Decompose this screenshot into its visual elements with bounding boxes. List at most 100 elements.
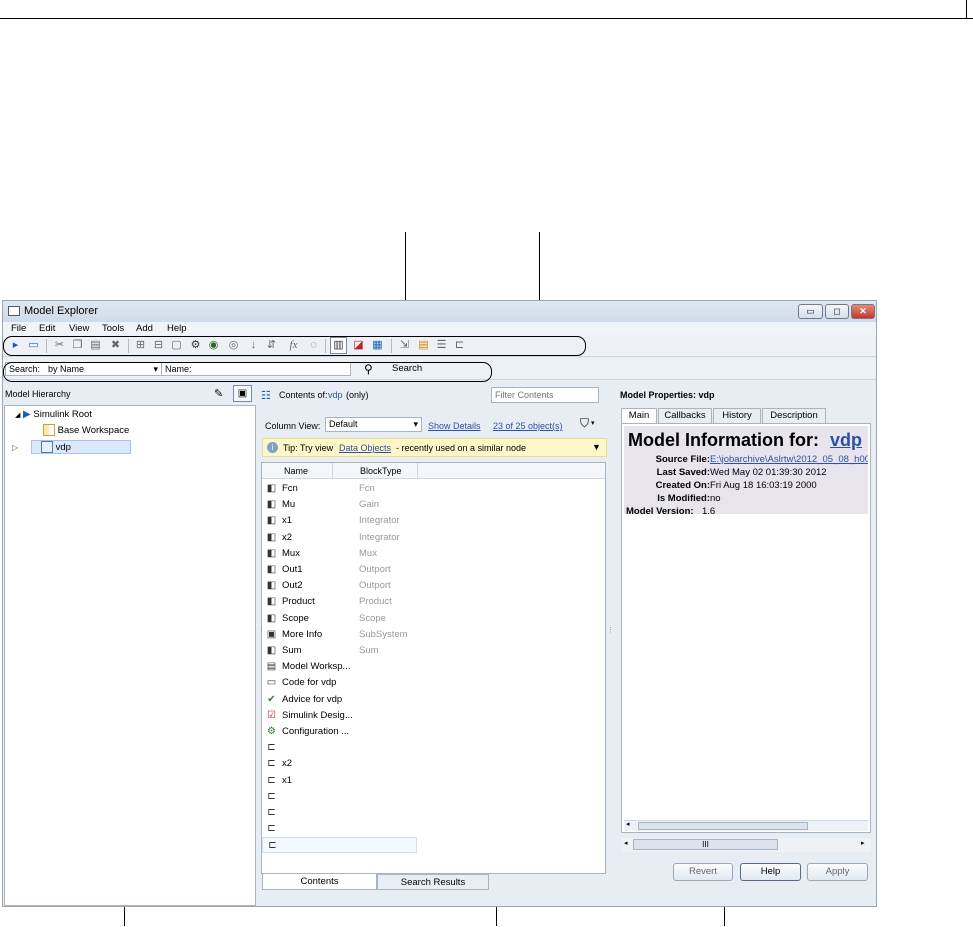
title-bar: Model Explorer ▭ ◻ ✕ <box>3 301 876 322</box>
model-info-link[interactable]: vdp <box>830 430 862 451</box>
show-details-link[interactable]: Show Details <box>428 421 481 431</box>
table-row[interactable]: ⚙ Configuration ... <box>262 724 602 740</box>
tab-callbacks[interactable]: Callbacks <box>658 408 712 423</box>
table-row[interactable]: ◧ x1 Integrator <box>262 513 602 529</box>
expand-arrow-icon[interactable]: ▷ <box>12 441 18 455</box>
row-blocktype: Sum <box>359 645 379 656</box>
app-icon <box>8 306 20 316</box>
column-view-label: Column View: <box>265 421 321 431</box>
edit-icon[interactable]: ✎ <box>214 387 223 400</box>
menu-help[interactable]: Help <box>167 323 187 334</box>
table-row[interactable]: ⊏ <box>262 805 602 821</box>
signal-icon: ⊏ <box>267 807 276 818</box>
splitter-handle[interactable]: ⋮ <box>258 626 265 634</box>
model-version-label: Model Version: <box>626 506 694 517</box>
outer-hscrollbar[interactable]: ◂ III ▸ <box>621 838 871 852</box>
table-row[interactable]: ◧ Mux Mux <box>262 546 602 562</box>
row-blocktype: Product <box>359 596 392 608</box>
table-row[interactable]: ◧ Product Product <box>262 594 602 610</box>
tree-item-vdp[interactable]: ▷ vdp <box>12 440 131 454</box>
properties-hscrollbar[interactable]: ◂ <box>624 820 868 831</box>
tip-data-objects-link[interactable]: Data Objects <box>339 443 391 453</box>
tab-main[interactable]: Main <box>621 408 657 424</box>
minimize-button[interactable]: ▭ <box>798 304 823 319</box>
row-name: Mux <box>282 547 300 559</box>
contents-header-link[interactable]: vdp <box>328 390 343 400</box>
column-header-blocktype[interactable]: BlockType <box>360 466 402 476</box>
help-button[interactable]: Help <box>740 863 801 881</box>
table-row[interactable]: ◧ Out2 Outport <box>262 578 602 594</box>
table-row[interactable]: ▣ More Info SubSystem <box>262 627 602 643</box>
menu-view[interactable]: View <box>69 323 89 334</box>
show-nodes-icon[interactable]: ▣ <box>233 385 252 402</box>
menu-file[interactable]: File <box>11 323 26 334</box>
created-on-label: Created On: <box>655 480 710 491</box>
table-row[interactable]: ⊏ <box>262 821 602 837</box>
tab-description[interactable]: Description <box>762 408 826 423</box>
close-button[interactable]: ✕ <box>851 304 875 319</box>
scroll-left-icon[interactable]: ◂ <box>624 839 628 847</box>
chevron-down-icon[interactable]: ▼ <box>592 442 601 452</box>
tree-root-simulink[interactable]: ◢ ▶ Simulink Root <box>15 408 92 422</box>
check-icon: ✔ <box>267 693 276 705</box>
revert-button[interactable]: Revert <box>673 863 733 881</box>
tab-search-results[interactable]: Search Results <box>377 874 489 890</box>
apply-button[interactable]: Apply <box>807 863 868 881</box>
tree-item-label: Base Workspace <box>57 425 130 436</box>
block-icon: ◧ <box>266 580 277 592</box>
row-name: x2 <box>282 531 293 543</box>
table-row[interactable]: ⊏ <box>262 740 602 756</box>
filter-contents-input[interactable] <box>491 387 599 403</box>
tab-contents[interactable]: Contents <box>262 874 377 890</box>
menu-tools[interactable]: Tools <box>102 323 124 334</box>
block-icon: ◧ <box>266 547 277 559</box>
chevron-down-icon: ▾ <box>413 419 418 429</box>
menu-edit[interactable]: Edit <box>39 323 55 334</box>
table-row[interactable]: ▭ Code for vdp <box>262 675 602 691</box>
scroll-left-icon[interactable]: ◂ <box>626 820 630 828</box>
maximize-button[interactable]: ◻ <box>825 304 849 319</box>
properties-tabs: Main Callbacks History Description <box>621 408 871 424</box>
table-row[interactable]: ⊏ x2 <box>262 756 602 772</box>
hierarchy-pane: ◢ ▶ Simulink Root Base Workspace ▷ vdp <box>4 405 256 906</box>
menu-add[interactable]: Add <box>136 323 153 334</box>
table-row[interactable]: ☑ Simulink Desig... <box>262 708 602 724</box>
subsystem-icon: ▣ <box>266 628 277 640</box>
chevron-down-icon[interactable]: ▾ <box>591 419 595 427</box>
table-row[interactable]: ⊏ <box>262 789 602 805</box>
table-row[interactable]: ◧ Sum Sum <box>262 643 602 659</box>
tree-item-base-workspace[interactable]: Base Workspace <box>43 424 129 438</box>
table-row[interactable]: ✔ Advice for vdp <box>262 692 602 708</box>
table-row[interactable]: ⊏ <box>262 837 417 854</box>
signal-icon: ⊏ <box>267 823 276 835</box>
row-name: Sum <box>282 645 302 656</box>
scroll-right-icon[interactable]: ▸ <box>861 839 865 847</box>
table-row[interactable]: ⊏ x1 <box>262 773 602 789</box>
page-top-tick <box>966 0 967 19</box>
callout-oval-toolbar <box>3 336 586 356</box>
column-view-select[interactable]: Default ▾ <box>325 417 422 432</box>
scroll-thumb[interactable] <box>638 822 808 830</box>
expand-triangle-icon[interactable]: ◢ <box>15 412 20 419</box>
is-modified-label: Is Modified: <box>657 493 710 504</box>
table-row[interactable]: ◧ x2 Integrator <box>262 530 602 546</box>
source-file-link[interactable]: E:\jobarchive\Aslrtw\2012_05_08_h00m0... <box>710 454 868 465</box>
row-blocktype: Scope <box>359 612 386 624</box>
tab-history[interactable]: History <box>713 408 761 423</box>
tip-suffix: - recently used on a similar node <box>396 443 527 453</box>
table-row[interactable]: ◧ Scope Scope <box>262 611 602 627</box>
row-name: Model Worksp... <box>282 661 351 673</box>
table-row[interactable]: ◧ Mu Gain <box>262 497 602 513</box>
object-count-link[interactable]: 23 of 25 object(s) <box>493 421 563 431</box>
table-row[interactable]: ◧ Out1 Outport <box>262 562 602 578</box>
block-icon: ◧ <box>266 483 277 494</box>
filter-icon[interactable]: ⛉ <box>580 416 589 431</box>
signal-icon: ⊏ <box>267 774 276 786</box>
row-name: Configuration ... <box>282 726 350 737</box>
table-row[interactable]: ▤ Model Worksp... <box>262 659 602 675</box>
column-header-name[interactable]: Name <box>284 466 308 476</box>
table-row[interactable]: ◧ Fcn Fcn <box>262 481 602 497</box>
scroll-thumb[interactable]: III <box>633 839 778 850</box>
splitter-handle[interactable]: ⋮ <box>607 626 614 634</box>
row-blocktype: Outport <box>359 580 391 592</box>
